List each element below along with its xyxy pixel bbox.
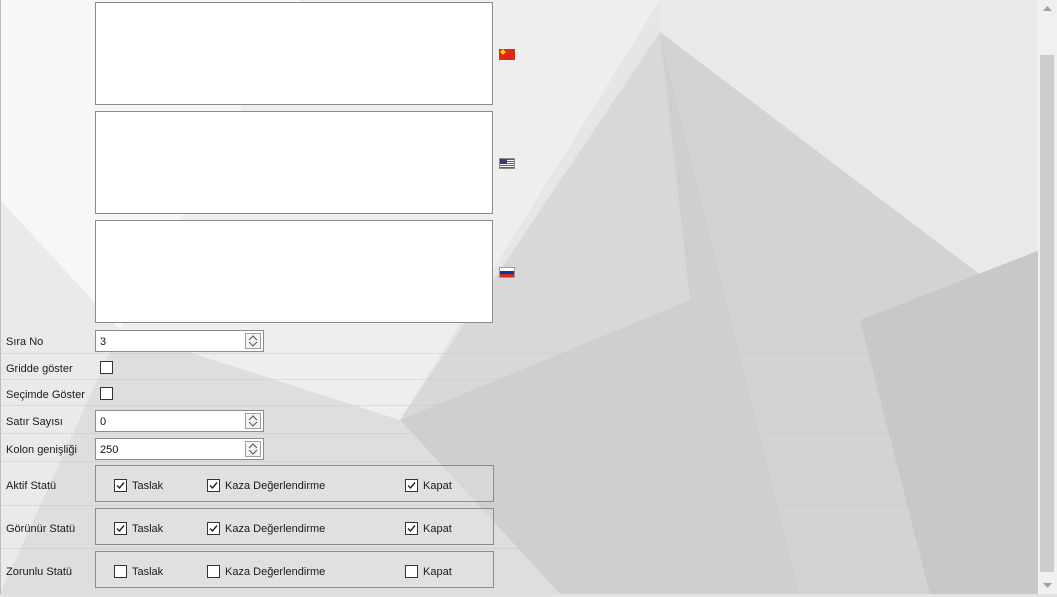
checkmark-icon	[209, 482, 218, 490]
gorunur-taslak-label[interactable]: Taslak	[132, 523, 163, 535]
zorunlu-taslak-label[interactable]: Taslak	[132, 566, 163, 578]
sira-no-label: Sıra No	[6, 336, 44, 348]
form-pane: Sıra No 3 Gridde göster Seçimde Göster S…	[0, 0, 1038, 594]
checkmark-icon	[116, 482, 125, 490]
aktif-kapat-label[interactable]: Kapat	[423, 480, 452, 492]
russia-flag-icon	[499, 267, 515, 278]
aktif-taslak-label[interactable]: Taslak	[132, 480, 163, 492]
zorunlu-statu-group: Taslak Kaza Değerlendirme Kapat	[95, 551, 494, 588]
kolon-genisligi-spinner[interactable]: 250	[95, 438, 264, 460]
gridde-goster-label: Gridde göster	[6, 363, 73, 375]
secimde-goster-checkbox[interactable]	[100, 387, 113, 400]
scrollbar-thumb[interactable]	[1040, 55, 1054, 572]
kolon-genisligi-label: Kolon genişliği	[6, 444, 77, 456]
aktif-kapat-checkbox[interactable]	[405, 479, 418, 492]
usa-flag-icon	[499, 158, 515, 169]
aktif-kaza-checkbox[interactable]	[207, 479, 220, 492]
zorunlu-kapat-label[interactable]: Kapat	[423, 566, 452, 578]
vertical-scrollbar[interactable]	[1038, 0, 1057, 594]
gorunur-kapat-label[interactable]: Kapat	[423, 523, 452, 535]
satir-sayisi-value[interactable]: 0	[100, 416, 106, 428]
row-divider	[0, 433, 1036, 434]
row-divider	[0, 461, 1036, 462]
textarea-russian[interactable]	[95, 220, 493, 323]
sira-no-value[interactable]: 3	[100, 336, 106, 348]
zorunlu-statu-label: Zorunlu Statü	[6, 566, 73, 578]
aktif-kaza-label[interactable]: Kaza Değerlendirme	[225, 480, 325, 492]
gorunur-statu-label: Görünür Statü	[6, 523, 76, 535]
zorunlu-kapat-checkbox[interactable]	[405, 565, 418, 578]
row-divider	[0, 353, 1036, 354]
textarea-chinese[interactable]	[95, 2, 493, 105]
checkmark-icon	[116, 525, 125, 533]
textarea-english[interactable]	[95, 111, 493, 214]
gridde-goster-checkbox[interactable]	[100, 361, 113, 374]
row-divider	[0, 548, 1036, 549]
checkmark-icon	[209, 525, 218, 533]
zorunlu-kaza-checkbox[interactable]	[207, 565, 220, 578]
zorunlu-kaza-label[interactable]: Kaza Değerlendirme	[225, 566, 325, 578]
scroll-down-arrow-icon[interactable]	[1038, 577, 1057, 594]
gorunur-statu-group: Taslak Kaza Değerlendirme Kapat	[95, 508, 494, 545]
spin-updown-icon[interactable]	[245, 333, 261, 349]
row-divider	[0, 405, 1036, 406]
row-divider	[0, 505, 1036, 506]
spin-updown-icon[interactable]	[245, 441, 261, 457]
china-flag-icon	[499, 49, 515, 60]
aktif-statu-group: Taslak Kaza Değerlendirme Kapat	[95, 465, 494, 502]
gorunur-kapat-checkbox[interactable]	[405, 522, 418, 535]
gorunur-kaza-checkbox[interactable]	[207, 522, 220, 535]
row-divider	[0, 379, 1036, 380]
scroll-up-arrow-icon[interactable]	[1038, 0, 1057, 17]
gorunur-taslak-checkbox[interactable]	[114, 522, 127, 535]
zorunlu-taslak-checkbox[interactable]	[114, 565, 127, 578]
secimde-goster-label: Seçimde Göster	[6, 389, 85, 401]
satir-sayisi-spinner[interactable]: 0	[95, 410, 264, 432]
spin-updown-icon[interactable]	[245, 413, 261, 429]
gorunur-kaza-label[interactable]: Kaza Değerlendirme	[225, 523, 325, 535]
sira-no-spinner[interactable]: 3	[95, 330, 264, 352]
checkmark-icon	[407, 482, 416, 490]
kolon-genisligi-value[interactable]: 250	[100, 444, 118, 456]
satir-sayisi-label: Satır Sayısı	[6, 416, 63, 428]
aktif-taslak-checkbox[interactable]	[114, 479, 127, 492]
aktif-statu-label: Aktif Statü	[6, 480, 57, 492]
checkmark-icon	[407, 525, 416, 533]
